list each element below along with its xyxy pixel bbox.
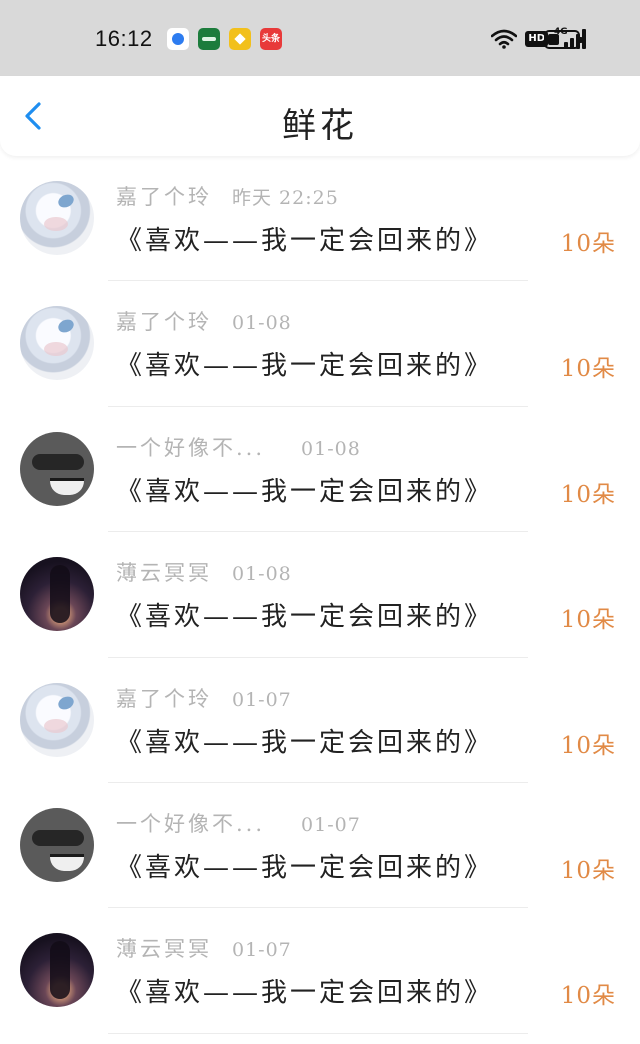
flower-count: 10朵 [560,983,616,1010]
sender-name[interactable]: 嘉了个玲 [116,310,212,334]
battery-level [548,34,560,45]
list-item[interactable]: 一个好像不... 01-07 《喜欢——我一定会回来的》 10朵 [0,783,640,909]
send-time: 01-07 [232,939,292,962]
work-title: 《喜欢——我一定会回来的》 [116,476,494,507]
list-item[interactable]: 薄云冥冥 01-08 《喜欢——我一定会回来的》 10朵 [0,532,640,658]
flower-record-list: 嘉了个玲 昨天 22:25 《喜欢——我一定会回来的》 10朵 嘉了个玲 01-08 《喜欢… [0,156,640,1034]
item-meta: 一个好像不... 01-07 [116,808,361,838]
avatar[interactable] [20,431,94,506]
send-time: 01-07 [232,688,292,711]
item-meta: 薄云冥冥 01-08 [116,557,292,587]
work-title: 《喜欢——我一定会回来的》 [116,727,494,758]
flower-count: 10朵 [560,481,616,508]
list-item[interactable]: 薄云冥冥 01-07 《喜欢——我一定会回来的》 10朵 [0,908,640,1034]
item-meta: 嘉了个玲 昨天 22:25 [116,181,339,211]
send-time: 01-08 [232,563,292,586]
battery-icon [544,30,583,49]
item-meta: 一个好像不... 01-08 [116,432,361,462]
app-green-icon [198,28,220,50]
app-header: 鲜花 [0,76,640,156]
sender-name[interactable]: 一个好像不... [116,436,265,460]
status-bar: 16:12 头条 HD 4G [0,0,640,76]
app-circle-icon [167,28,189,50]
flower-count: 10朵 [560,231,616,257]
page-title: 鲜花 [282,106,358,146]
avatar[interactable] [20,557,94,632]
send-time: 01-07 [301,813,361,836]
avatar[interactable] [20,306,94,381]
send-time: 昨天 22:25 [232,187,339,209]
toutiao-icon: 头条 [260,28,282,50]
send-time: 01-08 [232,312,292,335]
item-meta: 嘉了个玲 01-07 [116,683,292,713]
item-meta: 嘉了个玲 01-08 [116,306,292,336]
wifi-icon [491,29,518,49]
sender-name[interactable]: 薄云冥冥 [116,561,212,585]
list-item[interactable]: 嘉了个玲 01-07 《喜欢——我一定会回来的》 10朵 [0,658,640,783]
sender-name[interactable]: 薄云冥冥 [116,937,212,961]
sender-name[interactable]: 嘉了个玲 [116,687,212,711]
divider [108,1032,528,1034]
flower-count: 10朵 [560,857,616,884]
list-item[interactable]: 嘉了个玲 昨天 22:25 《喜欢——我一定会回来的》 10朵 [0,156,640,282]
send-time: 01-08 [301,437,361,460]
app-diamond-icon [229,28,251,50]
sender-name[interactable]: 嘉了个玲 [116,185,212,209]
flower-count: 10朵 [560,607,616,634]
avatar[interactable] [20,933,94,1008]
avatar[interactable] [20,807,94,882]
work-title: 《喜欢——我一定会回来的》 [116,602,494,633]
item-meta: 薄云冥冥 01-07 [116,933,292,963]
work-title: 《喜欢——我一定会回来的》 [116,351,494,382]
flower-count: 10朵 [560,356,616,383]
work-title: 《喜欢——我一定会回来的》 [116,852,494,883]
sender-name[interactable]: 一个好像不... [116,812,265,836]
avatar[interactable] [20,682,94,757]
list-item[interactable]: 嘉了个玲 01-08 《喜欢——我一定会回来的》 10朵 [0,281,640,407]
work-title: 《喜欢——我一定会回来的》 [116,226,494,256]
work-title: 《喜欢——我一定会回来的》 [116,978,494,1009]
flower-count: 10朵 [560,732,616,759]
avatar[interactable] [20,181,94,255]
list-item[interactable]: 一个好像不... 01-08 《喜欢——我一定会回来的》 10朵 [0,407,640,533]
status-time: 16:12 [95,26,153,51]
